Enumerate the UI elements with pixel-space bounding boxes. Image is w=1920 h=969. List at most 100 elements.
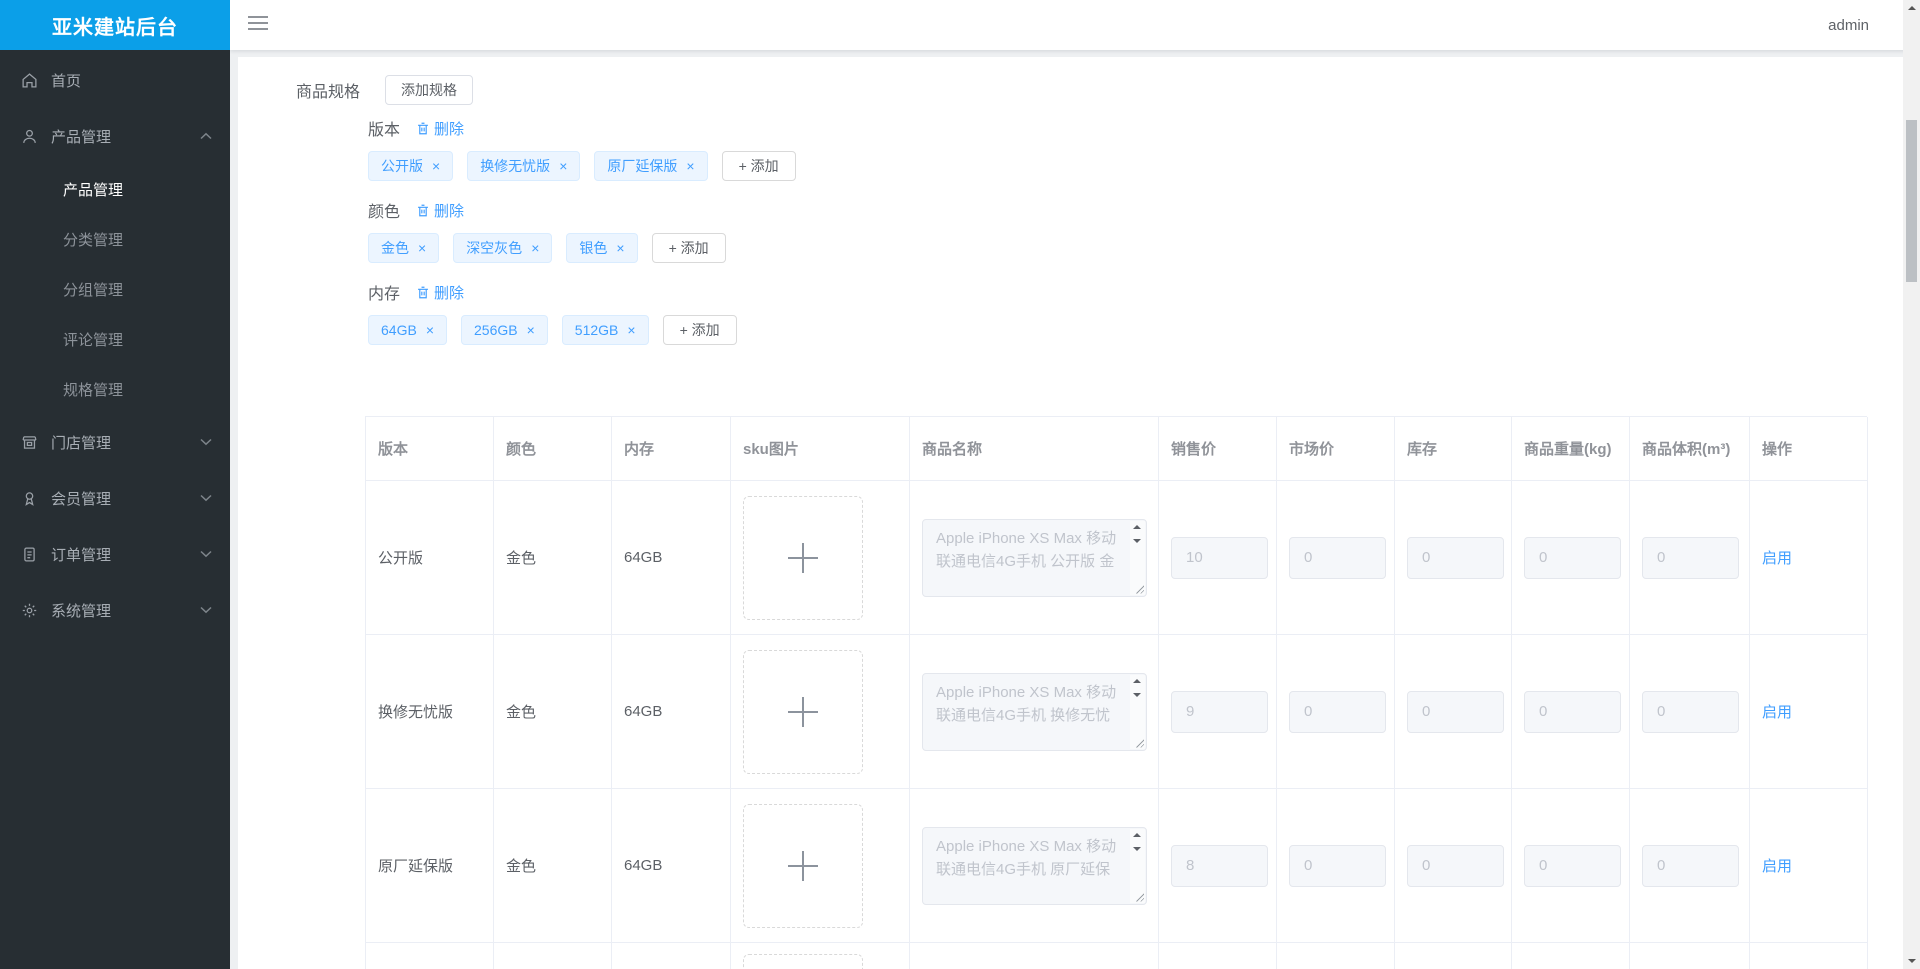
tag-close-icon[interactable]: ×	[426, 323, 434, 337]
badge-icon	[21, 490, 38, 507]
scroll-down-icon[interactable]	[1133, 538, 1141, 543]
sidebar-item-system[interactable]: 系统管理	[0, 582, 230, 638]
document-icon	[21, 546, 38, 563]
weight-input[interactable]	[1524, 844, 1621, 887]
cell-sale-price	[1159, 481, 1277, 635]
sidebar-item-member[interactable]: 会员管理	[0, 470, 230, 526]
add-tag-button[interactable]: + 添加	[662, 315, 737, 345]
stock-input[interactable]	[1407, 844, 1504, 887]
cell-color: 金色	[494, 789, 612, 943]
tag-close-icon[interactable]: ×	[627, 323, 635, 337]
market-price-input[interactable]	[1289, 536, 1386, 579]
memory-value: 64GB	[624, 549, 663, 566]
sidebar-item-product[interactable]: 产品管理	[0, 108, 230, 164]
app-logo: 亚米建站后台	[0, 0, 230, 50]
scroll-up-icon[interactable]	[1133, 678, 1141, 683]
delete-label: 删除	[434, 284, 465, 302]
sku-image-upload[interactable]	[743, 954, 863, 969]
scrollbar-thumb[interactable]	[1906, 120, 1917, 282]
cell-version: 换修无忧版	[366, 635, 494, 789]
tag-close-icon[interactable]: ×	[531, 241, 539, 255]
tag-close-icon[interactable]: ×	[686, 159, 694, 173]
sale-price-input[interactable]	[1171, 690, 1268, 733]
market-price-input[interactable]	[1289, 690, 1386, 733]
sidebar-item-store[interactable]: 门店管理	[0, 414, 230, 470]
enable-link[interactable]: 启用	[1762, 547, 1792, 568]
delete-spec-link[interactable]: 删除	[416, 118, 464, 139]
tag-close-icon[interactable]: ×	[432, 159, 440, 173]
tag-close-icon[interactable]: ×	[616, 241, 624, 255]
sidebar-item-label: 会员管理	[51, 490, 112, 508]
version-value: 换修无忧版	[378, 704, 454, 721]
tag-label: 原厂延保版	[607, 158, 678, 174]
cell-product-name: Apple iPhone XS Max 移动联通电信4G手机 原厂延保	[910, 789, 1159, 943]
sidebar-item-spec-manage[interactable]: 规格管理	[0, 364, 230, 414]
cell-action: 启用	[1750, 635, 1868, 789]
sale-price-input[interactable]	[1171, 844, 1268, 887]
add-tag-button[interactable]: + 添加	[721, 151, 796, 181]
user-menu[interactable]: admin	[1828, 0, 1869, 50]
scroll-down-icon[interactable]	[1133, 846, 1141, 851]
sku-image-upload[interactable]	[743, 803, 863, 928]
sidebar-item-label: 门店管理	[51, 434, 112, 452]
textarea-scrollbar[interactable]	[1130, 520, 1145, 595]
page-scrollbar[interactable]	[1903, 0, 1920, 969]
cell-sale-price	[1159, 635, 1277, 789]
volume-input[interactable]	[1642, 844, 1739, 887]
market-price-input[interactable]	[1289, 844, 1386, 887]
sidebar-item-product-manage[interactable]: 产品管理	[0, 164, 230, 214]
hamburger-menu-icon[interactable]	[248, 16, 268, 33]
cell-sku-image	[731, 789, 910, 943]
sku-image-upload[interactable]	[743, 495, 863, 620]
sidebar-item-category-manage[interactable]: 分类管理	[0, 214, 230, 264]
product-name-textarea[interactable]: Apple iPhone XS Max 移动联通电信4G手机 换修无忧	[922, 672, 1147, 751]
volume-input[interactable]	[1642, 690, 1739, 733]
sidebar-item-order[interactable]: 订单管理	[0, 526, 230, 582]
product-name-textarea[interactable]: Apple iPhone XS Max 移动联通电信4G手机 公开版 金	[922, 518, 1147, 597]
scroll-down-icon[interactable]	[1133, 692, 1141, 697]
column-header-version: 版本	[366, 417, 494, 481]
tag-close-icon[interactable]: ×	[418, 241, 426, 255]
tag-close-icon[interactable]: ×	[559, 159, 567, 173]
trash-icon	[418, 122, 428, 134]
sidebar-item-home[interactable]: 首页	[0, 52, 230, 108]
sidebar-item-label: 首页	[51, 72, 82, 90]
scrollbar-down-icon[interactable]	[1907, 959, 1916, 963]
sidebar-item-group-manage[interactable]: 分组管理	[0, 264, 230, 314]
sidebar-subitem-label: 分类管理	[63, 231, 124, 249]
delete-spec-link[interactable]: 删除	[416, 200, 464, 221]
cell-weight	[1512, 481, 1630, 635]
chevron-down-icon	[200, 606, 212, 614]
spec-section-title: 商品规格	[296, 84, 361, 101]
sidebar-item-comment-manage[interactable]: 评论管理	[0, 314, 230, 364]
column-header-volume: 商品体积(m³)	[1630, 417, 1750, 481]
sale-price-input[interactable]	[1171, 536, 1268, 579]
memory-value: 64GB	[624, 857, 663, 874]
spec-tag: 金色 ×	[368, 233, 440, 263]
scroll-up-icon[interactable]	[1133, 524, 1141, 529]
cell-product-name: Apple iPhone XS Max 移动联通电信4G手机 公开版 金	[910, 481, 1159, 635]
textarea-scrollbar[interactable]	[1130, 828, 1145, 903]
add-tag-button[interactable]: + 添加	[651, 233, 726, 263]
enable-link[interactable]: 启用	[1762, 855, 1792, 876]
stock-input[interactable]	[1407, 690, 1504, 733]
scrollbar-up-icon[interactable]	[1907, 6, 1916, 10]
weight-input[interactable]	[1524, 690, 1621, 733]
delete-spec-link[interactable]: 删除	[416, 282, 464, 303]
weight-input[interactable]	[1524, 536, 1621, 579]
add-spec-button[interactable]: 添加规格	[385, 75, 474, 105]
product-name-textarea[interactable]: Apple iPhone XS Max 移动联通电信4G手机 原厂延保	[922, 826, 1147, 905]
textarea-scrollbar[interactable]	[1130, 674, 1145, 749]
cell-market-price	[1277, 943, 1395, 969]
volume-input[interactable]	[1642, 536, 1739, 579]
spec-group-name: 内存	[368, 286, 401, 303]
cell-volume	[1630, 943, 1750, 969]
scroll-up-icon[interactable]	[1133, 832, 1141, 837]
tag-close-icon[interactable]: ×	[527, 323, 535, 337]
spec-tag: 公开版 ×	[368, 151, 454, 181]
enable-link[interactable]: 启用	[1762, 701, 1792, 722]
cell-version: 原厂延保版	[366, 789, 494, 943]
cell-market-price	[1277, 635, 1395, 789]
stock-input[interactable]	[1407, 536, 1504, 579]
sku-image-upload[interactable]	[743, 649, 863, 774]
